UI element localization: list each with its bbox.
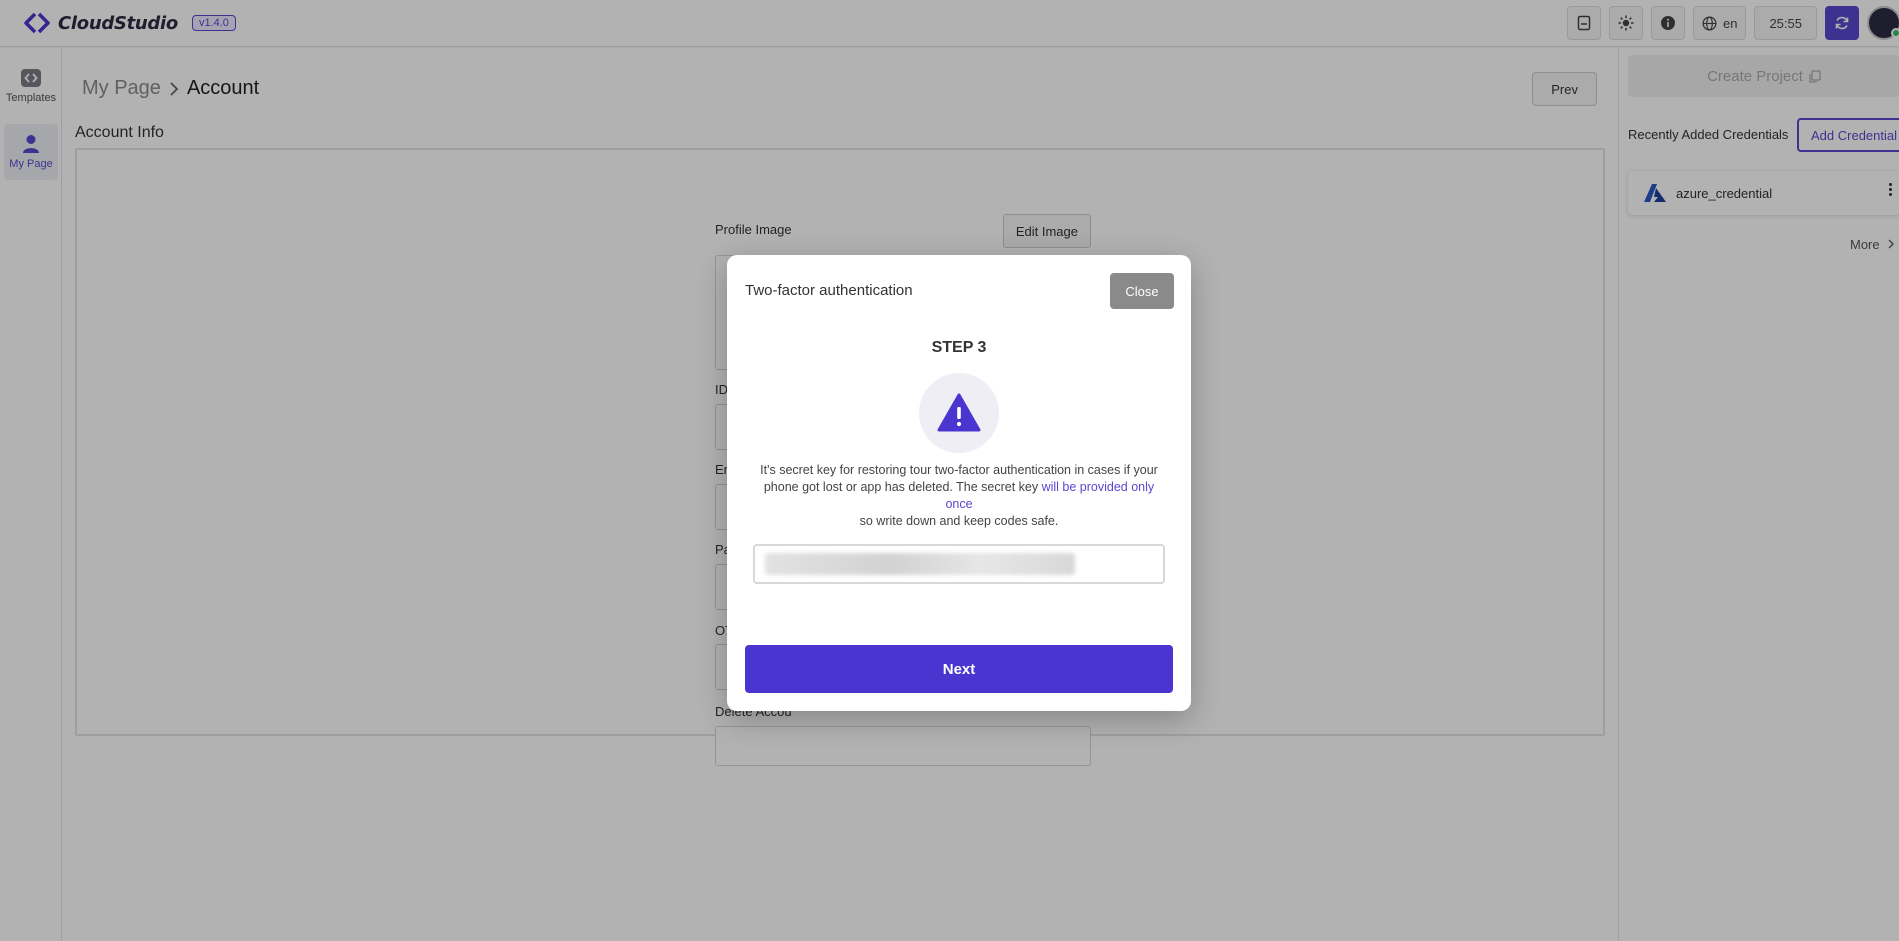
two-factor-modal: Two-factor authentication Close STEP 3 I… [727, 255, 1191, 711]
close-button[interactable]: Close [1110, 273, 1174, 309]
warning-icon [937, 393, 981, 432]
secret-key-field[interactable] [753, 544, 1165, 584]
description-text-end: so write down and keep codes safe. [859, 514, 1059, 528]
modal-title: Two-factor authentication [745, 282, 913, 299]
next-button[interactable]: Next [745, 645, 1173, 693]
warning-badge [919, 373, 999, 453]
modal-description: It's secret key for restoring tour two-f… [757, 462, 1161, 530]
step-indicator: STEP 3 [931, 339, 987, 356]
blurred-secret-key [765, 553, 1075, 575]
